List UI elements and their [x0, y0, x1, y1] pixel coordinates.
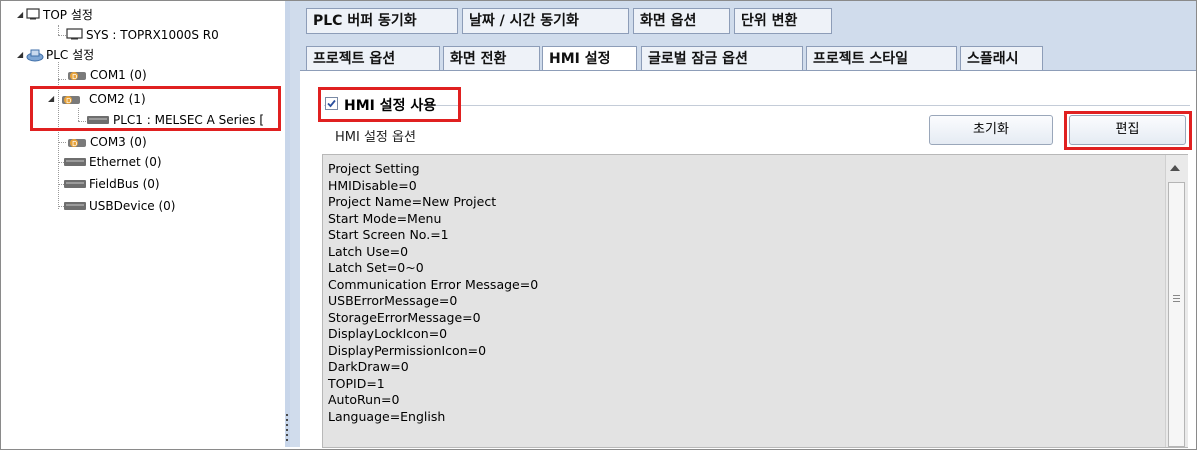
tree-node-top[interactable]: ◢ TOP 설정: [1, 7, 201, 23]
tree-node-plc[interactable]: ◢ PLC 설정: [1, 47, 201, 63]
settings-line: DisplayPermissionIcon=0: [328, 342, 487, 358]
tab-unit-conversion[interactable]: 단위 변환: [734, 8, 832, 34]
settings-line: HMIDisable=0: [328, 177, 417, 193]
splitter-grip: [286, 414, 288, 416]
hmi-options-label: HMI 설정 옵션: [335, 130, 416, 145]
monitor-icon: [66, 28, 84, 44]
hmi-settings-lines: Project Setting HMIDisable=0 Project Nam…: [328, 161, 538, 425]
tree-node-com1[interactable]: D COM1 (0): [1, 67, 201, 83]
splitter-grip: [286, 429, 288, 431]
tree-label: USBDevice (0): [89, 199, 176, 213]
tree-label: PLC 설정: [46, 48, 95, 62]
tab-screen-switch[interactable]: 화면 전환: [443, 46, 540, 72]
settings-line: DisplayLockIcon=0: [328, 326, 448, 341]
tree-label: SYS : TOPRX1000S R0: [86, 28, 219, 42]
com-port-icon: D: [67, 68, 87, 86]
settings-line: DarkDraw=0: [328, 359, 409, 374]
tab-screen-options[interactable]: 화면 옵션: [633, 8, 730, 34]
settings-line: Communication Error Message=0: [328, 276, 539, 292]
reset-button[interactable]: 초기화: [929, 115, 1053, 145]
project-tree: ◢ TOP 설정 SYS : TOPRX1000S R0 ◢ PLC 설정 D …: [1, 1, 285, 447]
tree-label: Ethernet (0): [89, 155, 162, 169]
com-port-icon: D: [67, 135, 87, 153]
svg-text:D: D: [72, 73, 77, 81]
usb-device-icon: [63, 199, 87, 215]
tab-splash[interactable]: 스플래시: [960, 46, 1043, 72]
scroll-up-arrow-icon[interactable]: [1170, 165, 1180, 171]
settings-line: Latch Set=0~0: [328, 260, 424, 275]
tree-node-com3[interactable]: D COM3 (0): [1, 134, 201, 150]
monitor-icon: [26, 8, 40, 24]
tab-plc-buffer-sync[interactable]: PLC 버퍼 동기화: [306, 8, 458, 34]
settings-line: Start Screen No.=1: [328, 227, 449, 242]
splitter-grip: [286, 439, 288, 441]
plc-network-icon: [26, 48, 44, 66]
svg-text:D: D: [72, 140, 77, 148]
settings-line: Start Mode=Menu: [328, 210, 442, 226]
tab-project-options[interactable]: 프로젝트 옵션: [306, 46, 440, 72]
tree-label: COM1 (0): [90, 68, 147, 82]
tree-node-ethernet[interactable]: Ethernet (0): [1, 154, 201, 170]
ethernet-device-icon: [63, 155, 87, 171]
tab-project-style[interactable]: 프로젝트 스타일: [806, 46, 957, 72]
settings-line: TOPID=1: [328, 375, 385, 391]
scrollbar-thumb[interactable]: [1168, 182, 1185, 447]
splitter-grip: [286, 419, 288, 421]
settings-line: Project Setting: [328, 161, 420, 176]
highlight-box-hmi-enable: [318, 87, 461, 122]
settings-line: Latch Use=0: [328, 243, 409, 259]
expand-triangle-icon[interactable]: ◢: [17, 47, 23, 63]
highlight-box-edit: [1064, 111, 1192, 150]
tab-global-lock-options[interactable]: 글로벌 잠금 옵션: [641, 46, 803, 72]
settings-line: Language=English: [328, 408, 446, 424]
tab-hmi-settings[interactable]: HMI 설정: [542, 46, 637, 72]
settings-line: Project Name=New Project: [328, 194, 497, 209]
highlight-box-com2: [30, 86, 281, 131]
settings-line: AutoRun=0: [328, 392, 400, 407]
tree-node-fieldbus[interactable]: FieldBus (0): [1, 176, 201, 192]
settings-line: StorageErrorMessage=0: [328, 309, 481, 325]
expand-triangle-icon[interactable]: ◢: [17, 7, 23, 23]
settings-line: USBErrorMessage=0: [328, 293, 458, 308]
splitter-grip: [286, 424, 288, 426]
tree-label: FieldBus (0): [89, 177, 160, 191]
splitter-grip: [286, 434, 288, 436]
tab-date-time-sync[interactable]: 날짜 / 시간 동기화: [462, 8, 629, 34]
tree-label: TOP 설정: [43, 8, 93, 22]
tree-node-sys[interactable]: SYS : TOPRX1000S R0: [1, 27, 261, 43]
tree-node-usbdevice[interactable]: USBDevice (0): [1, 198, 201, 214]
textarea-scrollbar[interactable]: [1165, 155, 1188, 447]
thumb-grip-icon: [1173, 295, 1180, 302]
tree-label: COM3 (0): [90, 135, 147, 149]
fieldbus-device-icon: [63, 177, 87, 193]
